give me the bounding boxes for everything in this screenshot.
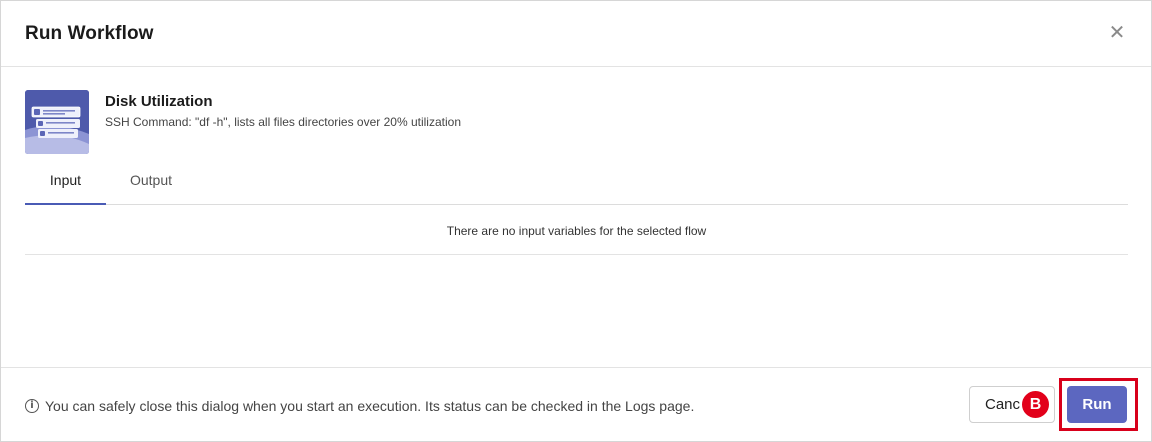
- dialog-title: Run Workflow: [25, 23, 154, 44]
- tab-input[interactable]: Input: [25, 161, 106, 205]
- dialog-footer: i You can safely close this dialog when …: [1, 367, 1151, 441]
- close-icon[interactable]: ✕: [1107, 23, 1127, 43]
- tab-bar: Input Output: [25, 161, 1128, 205]
- empty-input-message: There are no input variables for the sel…: [25, 205, 1128, 255]
- info-note: i You can safely close this dialog when …: [25, 398, 694, 414]
- run-workflow-dialog: Run Workflow ✕ Disk Utilization SSH Comm…: [0, 0, 1152, 442]
- annotation-badge: B: [1020, 389, 1051, 420]
- info-icon: i: [25, 399, 39, 413]
- server-stack-icon: [25, 90, 89, 154]
- flow-description: SSH Command: "df -h", lists all files di…: [105, 115, 461, 129]
- dialog-header: Run Workflow ✕: [1, 1, 1151, 67]
- tab-output[interactable]: Output: [116, 161, 186, 205]
- run-button[interactable]: Run: [1067, 386, 1127, 423]
- info-text: You can safely close this dialog when yo…: [45, 398, 695, 414]
- flow-name: Disk Utilization: [105, 93, 213, 110]
